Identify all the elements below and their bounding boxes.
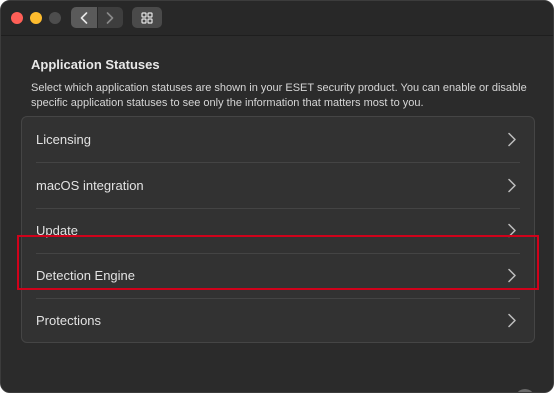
list-item-update[interactable]: Update bbox=[22, 208, 534, 253]
chevron-right-icon bbox=[106, 11, 114, 24]
chevron-right-icon bbox=[508, 178, 516, 193]
chevron-right-icon bbox=[508, 132, 516, 147]
minimize-window-button[interactable] bbox=[30, 12, 42, 24]
list-item-label: Protections bbox=[36, 313, 102, 328]
list-item-label: macOS integration bbox=[36, 178, 144, 193]
maximize-window-button[interactable] bbox=[49, 12, 61, 24]
list-item-protections[interactable]: Protections bbox=[22, 298, 534, 343]
chevron-right-icon bbox=[508, 223, 516, 238]
list-item-label: Detection Engine bbox=[36, 268, 136, 283]
list-item-detection-engine[interactable]: Detection Engine bbox=[22, 253, 534, 298]
list-item-macos-integration[interactable]: macOS integration bbox=[22, 163, 534, 208]
grid-icon bbox=[141, 11, 153, 24]
list-item-label: Update bbox=[36, 223, 78, 238]
show-all-button[interactable] bbox=[132, 7, 162, 28]
navigation-buttons bbox=[71, 7, 123, 28]
status-list: Licensing macOS integration Update Detec… bbox=[21, 116, 535, 343]
page-title: Application Statuses bbox=[31, 57, 160, 72]
back-button[interactable] bbox=[71, 7, 97, 28]
title-bar bbox=[1, 1, 553, 35]
help-button[interactable]: ? bbox=[515, 389, 535, 392]
page-description: Select which application statuses are sh… bbox=[31, 82, 527, 109]
chevron-right-icon bbox=[508, 313, 516, 328]
close-window-button[interactable] bbox=[11, 12, 23, 24]
list-item-label: Licensing bbox=[36, 132, 91, 147]
chevron-left-icon bbox=[80, 11, 88, 24]
forward-button[interactable] bbox=[97, 7, 123, 28]
app-window: Application Statuses Select which applic… bbox=[0, 0, 554, 393]
list-item-licensing[interactable]: Licensing bbox=[22, 117, 534, 162]
main-content: Application Statuses Select which applic… bbox=[1, 35, 553, 392]
chevron-right-icon bbox=[508, 268, 516, 283]
